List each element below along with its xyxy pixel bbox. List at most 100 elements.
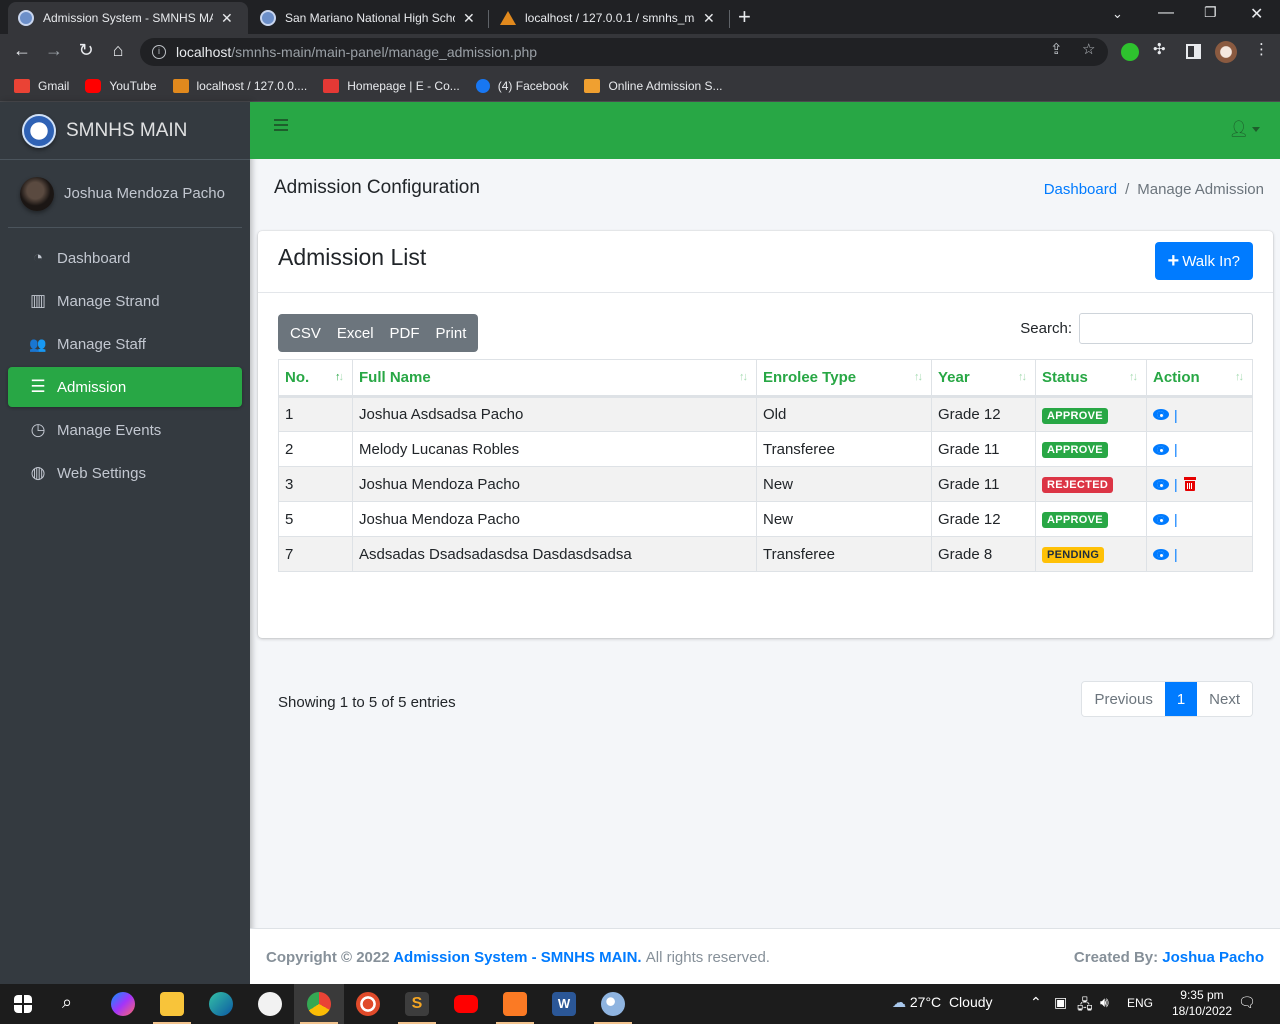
cell-status: APPROVE xyxy=(1035,431,1147,467)
messenger-icon[interactable] xyxy=(111,992,135,1016)
meet-now-icon[interactable]: ▣ xyxy=(1054,994,1067,1011)
browser-tab-admission[interactable]: Admission System - SMNHS MAIN ✕ xyxy=(8,2,248,34)
cell-year: Grade 12 xyxy=(931,396,1036,432)
new-tab-button[interactable]: + xyxy=(738,4,751,30)
column-label: Year xyxy=(938,369,970,386)
volume-icon[interactable]: 🔊︎ xyxy=(1100,994,1109,1011)
sort-icon: ↑↓ xyxy=(1129,371,1138,383)
user-dropdown[interactable]: 👤︎ xyxy=(1229,119,1260,139)
weather-widget[interactable]: ☁ 27°C Cloudy xyxy=(892,994,993,1011)
network-icon[interactable]: 🖧︎ xyxy=(1077,994,1093,1018)
site-info-icon[interactable]: i xyxy=(152,45,166,59)
reload-button[interactable]: ↻ xyxy=(74,40,98,61)
cell-enrolee-type: Old xyxy=(756,396,932,432)
xampp-icon[interactable] xyxy=(503,992,527,1016)
menu-toggle-icon[interactable] xyxy=(274,119,288,133)
bookmark-homepage[interactable]: Homepage | E - Co... xyxy=(323,78,460,93)
column-header-no[interactable]: No. ↑↓ xyxy=(278,359,353,398)
url-bar[interactable]: i localhost/smnhs-main/main-panel/manage… xyxy=(140,38,1108,66)
bookmark-label: (4) Facebook xyxy=(497,78,569,93)
cell-full-name: Joshua Mendoza Pacho xyxy=(352,501,757,537)
copyright-prefix: Copyright © 2022 xyxy=(266,949,390,966)
view-eye-icon[interactable] xyxy=(1153,548,1169,560)
bookmark-facebook[interactable]: (4) Facebook xyxy=(475,78,569,93)
paint-icon[interactable] xyxy=(601,992,625,1016)
bookmark-online-admission[interactable]: Online Admission S... xyxy=(584,78,723,93)
close-tab-icon[interactable]: ✕ xyxy=(221,10,233,27)
tab-search-icon[interactable]: ⌄ xyxy=(1112,6,1123,22)
walk-in-button[interactable]: + Walk In? xyxy=(1154,242,1253,280)
cell-enrolee-type: Transferee xyxy=(756,431,932,467)
home-button[interactable]: ⌂ xyxy=(106,40,130,61)
pet-app-icon[interactable] xyxy=(258,992,282,1016)
column-header-full-name[interactable]: Full Name ↑↓ xyxy=(352,359,757,398)
column-header-status[interactable]: Status ↑↓ xyxy=(1035,359,1147,398)
bookmark-star-icon[interactable]: ☆ xyxy=(1082,40,1095,58)
forward-button[interactable]: → xyxy=(42,40,66,61)
view-eye-icon[interactable] xyxy=(1153,443,1169,455)
thumbs-up-extension-icon[interactable] xyxy=(1121,43,1139,61)
minimize-button[interactable]: — xyxy=(1158,4,1174,22)
user-panel[interactable]: Joshua Mendoza Pacho xyxy=(8,160,242,228)
close-window-button[interactable]: ✕ xyxy=(1250,4,1263,24)
share-icon[interactable]: ⇪ xyxy=(1050,40,1063,58)
close-tab-icon[interactable]: ✕ xyxy=(463,10,475,27)
language-indicator[interactable]: ENG xyxy=(1127,996,1153,1010)
close-tab-icon[interactable]: ✕ xyxy=(703,10,715,27)
previous-page-button[interactable]: Previous xyxy=(1082,682,1165,716)
action-divider: | xyxy=(1174,546,1178,562)
file-explorer-icon[interactable] xyxy=(160,992,184,1016)
breadcrumb-dashboard-link[interactable]: Dashboard xyxy=(1044,181,1117,198)
delete-trash-icon[interactable] xyxy=(1183,477,1196,491)
search-input[interactable] xyxy=(1079,313,1253,344)
browser-tab-phpmyadmin[interactable]: localhost / 127.0.0.1 / smnhs_main ✕ xyxy=(490,2,728,34)
cell-enrolee-type: New xyxy=(756,501,932,537)
browser-menu-icon[interactable]: ⋮ xyxy=(1254,40,1269,58)
windows-start-icon[interactable] xyxy=(14,995,32,1013)
export-csv-button[interactable]: CSV xyxy=(282,325,329,342)
bookmark-gmail[interactable]: Gmail xyxy=(14,78,69,93)
clock[interactable]: 9:35 pm 18/10/2022 xyxy=(1172,987,1232,1019)
author-link[interactable]: Joshua Pacho xyxy=(1162,949,1264,966)
brand-link[interactable]: SMNHS MAIN xyxy=(0,102,250,160)
extensions-puzzle-icon[interactable]: ✣ xyxy=(1153,40,1166,58)
youtube-app-icon[interactable] xyxy=(454,995,478,1013)
sidebar-item-admission[interactable]: ☰ Admission xyxy=(8,367,242,407)
page-1-button[interactable]: 1 xyxy=(1164,682,1198,716)
restore-button[interactable]: ❐ xyxy=(1204,4,1217,21)
bookmark-label: Online Admission S... xyxy=(608,78,723,93)
show-hidden-icons-chevron-up-icon[interactable]: ⌃ xyxy=(1030,994,1042,1011)
export-excel-button[interactable]: Excel xyxy=(329,325,382,342)
export-pdf-button[interactable]: PDF xyxy=(382,325,428,342)
sidebar-item-manage-staff[interactable]: 👥 Manage Staff xyxy=(8,324,242,364)
column-header-year[interactable]: Year ↑↓ xyxy=(931,359,1036,398)
column-header-enrolee-type[interactable]: Enrolee Type ↑↓ xyxy=(756,359,932,398)
notifications-icon[interactable]: 🗨︎ xyxy=(1238,994,1256,1011)
view-eye-icon[interactable] xyxy=(1153,513,1169,525)
tab-separator xyxy=(488,10,489,28)
word-icon[interactable]: W xyxy=(552,992,576,1016)
bookmark-youtube[interactable]: YouTube xyxy=(85,78,157,93)
back-button[interactable]: ← xyxy=(10,40,34,61)
side-panel-icon[interactable] xyxy=(1186,44,1201,59)
bookmark-localhost[interactable]: localhost / 127.0.0.... xyxy=(172,78,307,93)
sidebar-item-manage-events[interactable]: ◷ Manage Events xyxy=(8,410,242,450)
column-header-action[interactable]: Action ↑↓ xyxy=(1146,359,1253,398)
chrome-icon[interactable] xyxy=(307,992,331,1016)
view-eye-icon[interactable] xyxy=(1153,409,1169,420)
sublime-text-icon[interactable]: S xyxy=(405,992,429,1016)
sidebar-item-dashboard[interactable]: ◔ Dashboard xyxy=(8,238,242,278)
next-page-button[interactable]: Next xyxy=(1197,682,1252,716)
profile-avatar-icon[interactable] xyxy=(1215,41,1237,63)
view-eye-icon[interactable] xyxy=(1153,478,1169,490)
action-divider: | xyxy=(1174,511,1178,527)
recorder-icon[interactable] xyxy=(356,992,380,1016)
search-icon[interactable]: ⌕ xyxy=(62,992,86,1016)
sidebar-item-web-settings[interactable]: ◍ Web Settings xyxy=(8,453,242,493)
edge-icon[interactable] xyxy=(209,992,233,1016)
print-button[interactable]: Print xyxy=(428,325,475,342)
browser-tab-school[interactable]: San Mariano National High School ✕ xyxy=(250,2,488,34)
sidebar-item-manage-strand[interactable]: ▥ Manage Strand xyxy=(8,281,242,321)
cell-no: 7 xyxy=(278,536,353,572)
copyright-link[interactable]: Admission System - SMNHS MAIN. xyxy=(393,949,641,966)
